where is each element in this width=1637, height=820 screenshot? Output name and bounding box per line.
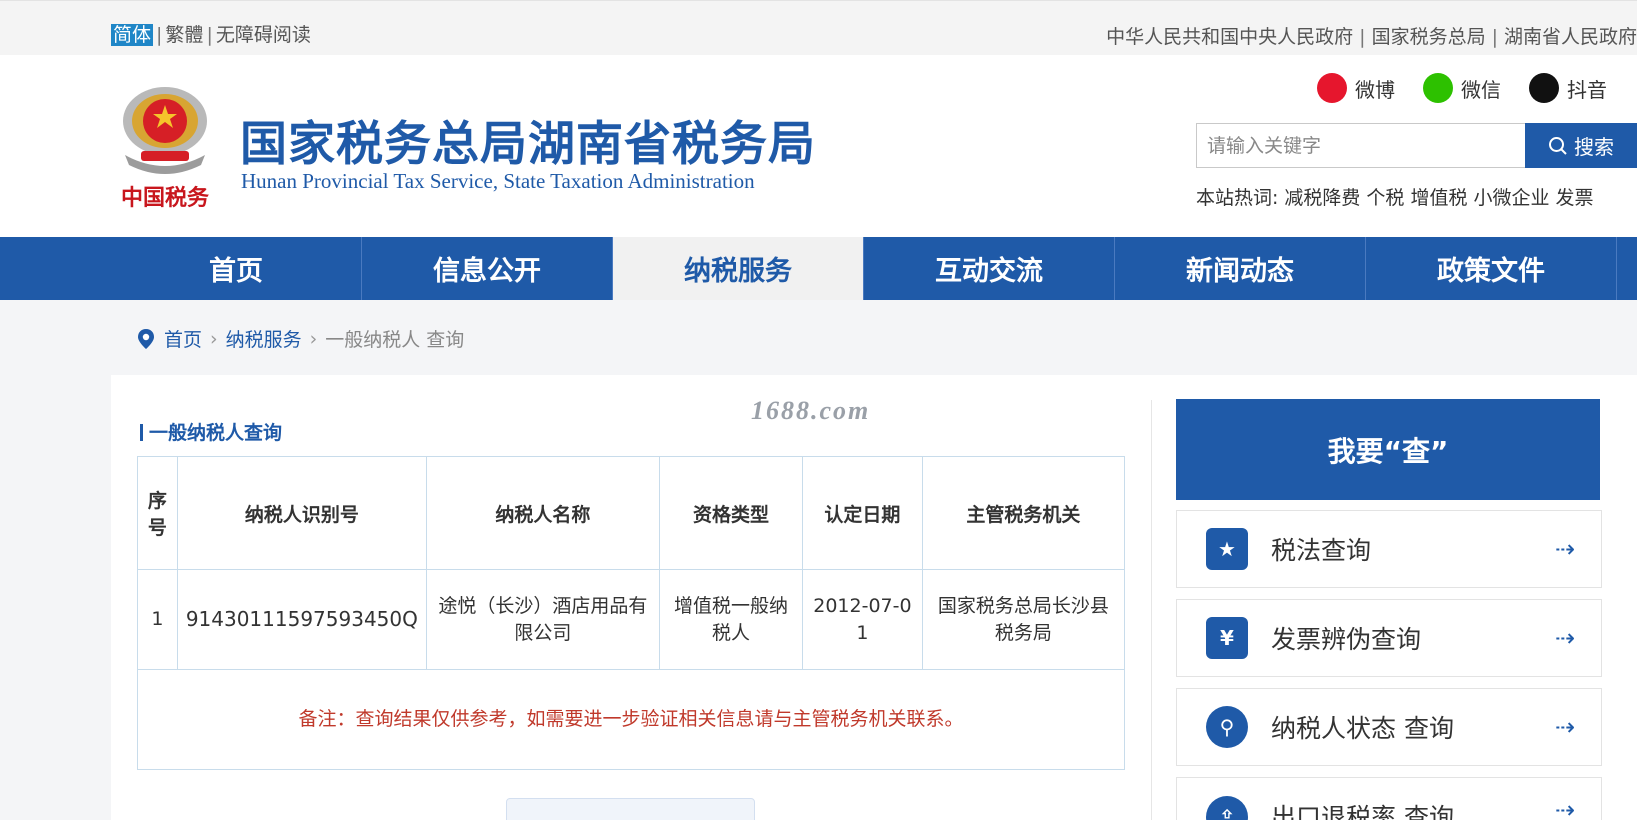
column-divider [1151, 400, 1152, 820]
header-qualification: 资格类型 [658, 456, 804, 570]
arrow-right-icon: ⇢ [1554, 796, 1575, 820]
hot-word-4[interactable]: 小微企业 [1473, 187, 1549, 209]
emblem-lettering: 中国税务 [121, 185, 210, 211]
external-links: 中华人民共和国中央人民政府 | 国家税务总局 | 湖南省人民政府 [1106, 26, 1637, 48]
hot-word-5[interactable]: 发票 [1555, 187, 1593, 209]
lang-traditional-link[interactable]: 繁體 [165, 24, 203, 46]
top-utility-bar: 简体 | 繁體 | 无障碍阅读 中华人民共和国中央人民政府 | 国家税务总局 | 湖南省人民政府 [0, 0, 1637, 55]
table-row: 1 91430111597593450Q 途悦（长沙）酒店用品有限公司 增值税一… [137, 569, 1126, 670]
cell-authority: 国家税务总局长沙县税务局 [921, 569, 1126, 670]
wechat-label: 微信 [1461, 77, 1501, 102]
hot-word-1[interactable]: 减税降费 [1284, 187, 1360, 209]
quick-query-title: 我要“查” [1176, 399, 1600, 500]
header-authority: 主管税务机关 [921, 456, 1126, 570]
header-index: 序号 [137, 456, 178, 570]
main-nav: 首页 信息公开 纳税服务 互动交流 新闻动态 政策文件 [0, 237, 1637, 300]
cell-qualification: 增值税一般纳税人 [658, 569, 804, 670]
nav-item-tax-service[interactable]: 纳税服务 [613, 237, 864, 300]
douyin-link[interactable]: 抖音 [1529, 73, 1607, 103]
cell-tax-id: 91430111597593450Q [176, 569, 427, 670]
cell-date: 2012-07-01 [802, 569, 923, 670]
nav-item-news[interactable]: 新闻动态 [1115, 237, 1366, 300]
quick-query-export-rebate[interactable]: ⇪ 出口退税率 查询 ⇢ [1176, 777, 1602, 820]
quick-query-label: 纳税人状态 查询 [1271, 714, 1454, 743]
breadcrumb-current: 一般纳税人 查询 [325, 329, 465, 351]
search-icon [1549, 136, 1567, 155]
search-input[interactable] [1196, 123, 1525, 168]
cell-index: 1 [137, 569, 178, 670]
hot-word-3[interactable]: 增值税 [1410, 187, 1467, 209]
quick-query-label: 发票辨伪查询 [1271, 625, 1422, 654]
location-pin-icon [138, 328, 154, 349]
wechat-icon [1423, 73, 1453, 103]
user-search-icon: ⚲ [1206, 706, 1248, 748]
header-name: 纳税人名称 [425, 456, 660, 570]
nav-item-home[interactable]: 首页 [0, 237, 362, 300]
chevron-right-icon: › [210, 327, 218, 350]
site-title: 国家税务总局湖南省税务局 [240, 117, 816, 172]
lang-simplified-link[interactable]: 简体 [111, 24, 154, 46]
site-header: 中国税务 国家税务总局湖南省税务局 Hunan Provincial Tax S… [0, 55, 1637, 237]
invoice-yen-icon: ¥ [1206, 617, 1248, 659]
breadcrumb: 首页 › 纳税服务 › 一般纳税人 查询 [136, 325, 464, 352]
quick-query-label: 税法查询 [1271, 536, 1372, 565]
link-sta[interactable]: 国家税务总局 [1372, 26, 1486, 48]
search-button[interactable]: 搜索 [1525, 123, 1637, 168]
douyin-label: 抖音 [1567, 77, 1607, 102]
breadcrumb-tax-service[interactable]: 纳税服务 [226, 325, 302, 352]
quick-query-invoice[interactable]: ¥ 发票辨伪查询 ⇢ [1176, 599, 1602, 677]
link-hunan-gov[interactable]: 湖南省人民政府 [1504, 26, 1637, 48]
douyin-icon [1529, 73, 1559, 103]
table-header-row: 序号 纳税人识别号 纳税人名称 资格类型 认定日期 主管税务机关 [137, 456, 1126, 570]
social-links: 微博 微信 抖音 [1317, 73, 1607, 103]
weibo-icon [1317, 73, 1347, 103]
weibo-label: 微博 [1355, 77, 1395, 102]
arrow-right-icon: ⇢ [1554, 535, 1575, 563]
book-star-icon: ★ [1206, 528, 1248, 570]
accessibility-link[interactable]: 无障碍阅读 [216, 24, 311, 46]
tax-emblem-logo[interactable]: 中国税务 [113, 85, 217, 215]
nav-item-interaction[interactable]: 互动交流 [864, 237, 1115, 300]
nav-item-info-disclosure[interactable]: 信息公开 [362, 237, 613, 300]
result-table: 序号 纳税人识别号 纳税人名称 资格类型 认定日期 主管税务机关 1 91430… [137, 456, 1126, 770]
hot-word-2[interactable]: 个税 [1366, 187, 1404, 209]
quick-query-label: 出口退税率 查询 [1271, 803, 1454, 820]
hot-words: 本站热词: 减税降费 个税 增值税 小微企业 发票 [1196, 183, 1599, 210]
chevron-right-icon: › [309, 327, 318, 350]
nav-item-policy[interactable]: 政策文件 [1366, 237, 1617, 300]
site-title-english: Hunan Provincial Tax Service, State Taxa… [241, 169, 755, 193]
cell-name: 途悦（长沙）酒店用品有限公司 [425, 569, 660, 670]
section-title: 一般纳税人查询 [140, 418, 282, 445]
query-note: 备注：查询结果仅供参考，如需要进一步验证相关信息请与主管税务机关联系。 [137, 669, 1125, 770]
weibo-link[interactable]: 微博 [1317, 73, 1395, 103]
quick-query-tax-law[interactable]: ★ 税法查询 ⇢ [1176, 510, 1602, 588]
header-date: 认定日期 [802, 456, 923, 570]
breadcrumb-home[interactable]: 首页 [164, 325, 202, 352]
wechat-link[interactable]: 微信 [1423, 73, 1501, 103]
link-central-gov[interactable]: 中华人民共和国中央人民政府 [1106, 26, 1353, 48]
hot-words-label: 本站热词: [1196, 187, 1279, 209]
search-box: 搜索 [1196, 123, 1637, 168]
arrow-right-icon: ⇢ [1554, 713, 1575, 741]
header-tax-id: 纳税人识别号 [176, 456, 427, 570]
watermark: 1688.com [751, 396, 871, 425]
quick-query-taxpayer-status[interactable]: ⚲ 纳税人状态 查询 ⇢ [1176, 688, 1602, 766]
language-switcher: 简体 | 繁體 | 无障碍阅读 [111, 24, 311, 46]
export-icon: ⇪ [1206, 796, 1248, 820]
table-note-row: 备注：查询结果仅供参考，如需要进一步验证相关信息请与主管税务机关联系。 [137, 669, 1125, 770]
back-button[interactable] [506, 798, 755, 820]
arrow-right-icon: ⇢ [1554, 624, 1575, 652]
search-button-label: 搜索 [1574, 135, 1614, 159]
